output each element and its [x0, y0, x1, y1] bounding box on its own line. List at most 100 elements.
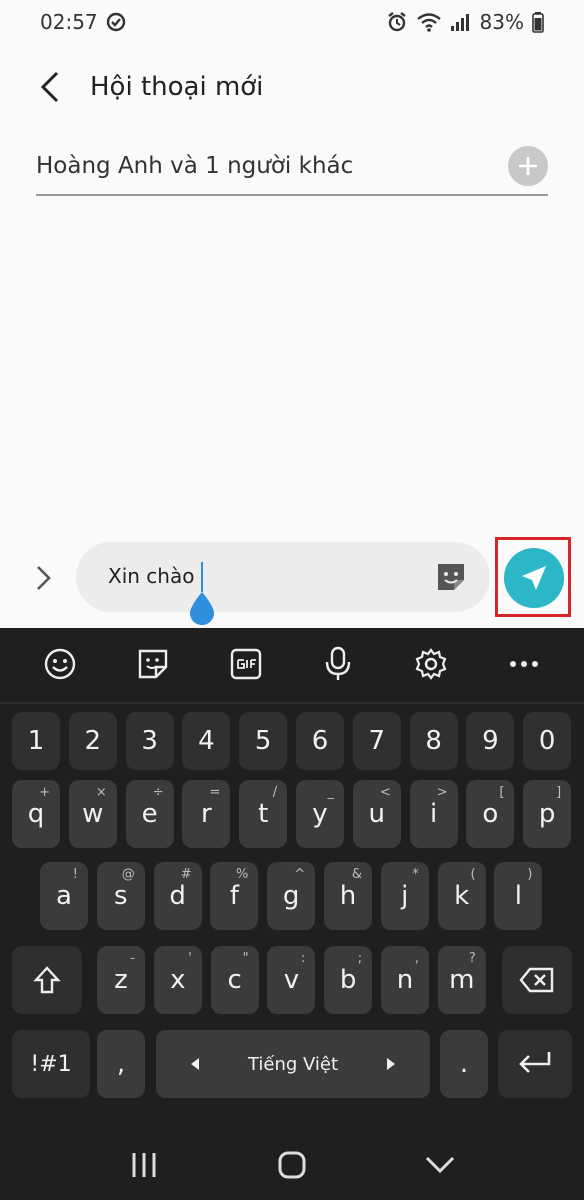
key-s[interactable]: s @ [96, 862, 145, 930]
key-h-label: h [339, 881, 357, 911]
period-key[interactable]: . [440, 1030, 488, 1098]
key-u[interactable]: u < [352, 780, 401, 848]
key-d-hint: # [180, 867, 192, 882]
gif-icon [230, 648, 261, 680]
key-z[interactable]: z- [97, 946, 145, 1014]
key-i[interactable]: i > [409, 780, 458, 848]
key-p[interactable]: p] [523, 780, 572, 848]
key-e[interactable]: e ÷ [125, 780, 174, 848]
key-r[interactable]: r = [182, 780, 231, 848]
key-f-label: f [229, 881, 239, 911]
key-x[interactable]: x ' [153, 946, 202, 1014]
key-b-label: b [339, 965, 357, 995]
key-l[interactable]: l) [494, 862, 543, 930]
key-c-hint: " [242, 951, 249, 966]
key-n[interactable]: n, [381, 946, 429, 1014]
key-b-hint: ; [357, 951, 363, 966]
shift-icon [33, 966, 61, 994]
key-1[interactable]: 1 [12, 712, 60, 770]
keyboard-sticker-button[interactable] [131, 642, 175, 686]
key-v[interactable]: v: [267, 946, 316, 1014]
voice-input-button[interactable] [316, 642, 360, 686]
message-input[interactable]: Xin chào [76, 542, 490, 625]
key-m[interactable]: m? [437, 946, 486, 1014]
send-icon [522, 566, 546, 590]
key-p-hint: ] [556, 785, 562, 800]
signal-icon [450, 12, 472, 32]
more-options-button[interactable] [502, 642, 546, 686]
key-5[interactable]: 5 [239, 712, 288, 770]
key-6[interactable]: 6 [296, 712, 344, 770]
key-w-hint: × [95, 785, 107, 800]
recent-apps-icon [132, 1153, 156, 1177]
key-i-hint: > [436, 785, 448, 800]
key-3[interactable]: 3 [125, 712, 174, 770]
home-button[interactable] [267, 1140, 317, 1190]
shift-key[interactable] [12, 946, 82, 1014]
key-c-label: c [227, 965, 242, 995]
recipients-field[interactable]: Hoàng Anh và 1 người khác [36, 138, 548, 196]
alarm-icon [386, 11, 408, 33]
battery-icon [532, 11, 544, 33]
more-icon [509, 661, 538, 667]
key-o-hint: [ [499, 785, 505, 800]
space-key-label: Tiếng Việt [247, 1053, 339, 1075]
key-f[interactable]: f% [210, 862, 259, 930]
key-t[interactable]: t / [239, 780, 288, 848]
key-g[interactable]: g ^ [267, 862, 316, 930]
microphone-icon [326, 646, 351, 680]
key-y[interactable]: y _ [296, 780, 344, 848]
key-q[interactable]: q + [12, 780, 60, 848]
key-3-label: 3 [141, 726, 158, 756]
back-button[interactable] [14, 52, 86, 122]
emoji-button[interactable] [38, 642, 82, 686]
key-d[interactable]: d # [153, 862, 202, 930]
key-0[interactable]: 0 [523, 712, 572, 770]
key-8-label: 8 [425, 726, 442, 756]
key-u-hint: < [379, 785, 391, 800]
keyboard-toolbar [0, 628, 584, 700]
symbols-key[interactable]: !#1 [12, 1030, 90, 1098]
sticker-icon[interactable] [434, 560, 468, 594]
comma-key-label: , [116, 1049, 126, 1079]
expand-options-button[interactable] [24, 556, 64, 600]
back-arrow-icon [40, 71, 59, 103]
navigation-bar [0, 1130, 584, 1200]
key-4[interactable]: 4 [182, 712, 231, 770]
backspace-key[interactable] [502, 946, 572, 1014]
key-v-hint: : [301, 951, 306, 966]
gif-button[interactable] [224, 642, 268, 686]
key-s-hint: @ [121, 867, 135, 882]
key-m-label: m [449, 965, 475, 995]
key-o[interactable]: o[ [466, 780, 515, 848]
hide-keyboard-button[interactable] [415, 1140, 465, 1190]
key-0-label: 0 [538, 726, 556, 756]
key-h[interactable]: h & [324, 862, 372, 930]
key-r-hint: = [209, 785, 221, 800]
key-9[interactable]: 9 [466, 712, 515, 770]
key-7[interactable]: 7 [352, 712, 401, 770]
recipients-text: Hoàng Anh và 1 người khác [36, 153, 354, 179]
key-8[interactable]: 8 [409, 712, 458, 770]
sticker-icon [138, 649, 168, 679]
send-button[interactable] [504, 548, 564, 608]
keyboard-settings-button[interactable] [409, 642, 453, 686]
key-a[interactable]: a! [40, 862, 88, 930]
key-j[interactable]: j * [380, 862, 429, 930]
key-v-label: v [283, 965, 300, 995]
key-k[interactable]: k( [437, 862, 486, 930]
key-2[interactable]: 2 [68, 712, 117, 770]
add-recipient-button[interactable] [508, 146, 548, 186]
wifi-icon [416, 11, 442, 33]
key-w[interactable]: w × [68, 780, 117, 848]
key-b[interactable]: b; [324, 946, 373, 1014]
key-c[interactable]: c " [210, 946, 259, 1014]
enter-key[interactable] [498, 1030, 572, 1098]
key-g-label: g [282, 881, 300, 911]
comma-key[interactable]: , [97, 1030, 145, 1098]
key-l-hint: ) [527, 867, 533, 882]
space-key[interactable]: Tiếng Việt [156, 1030, 430, 1098]
key-z-label: z [114, 965, 128, 995]
caret-handle-icon[interactable] [189, 592, 215, 626]
recent-apps-button[interactable] [119, 1140, 169, 1190]
